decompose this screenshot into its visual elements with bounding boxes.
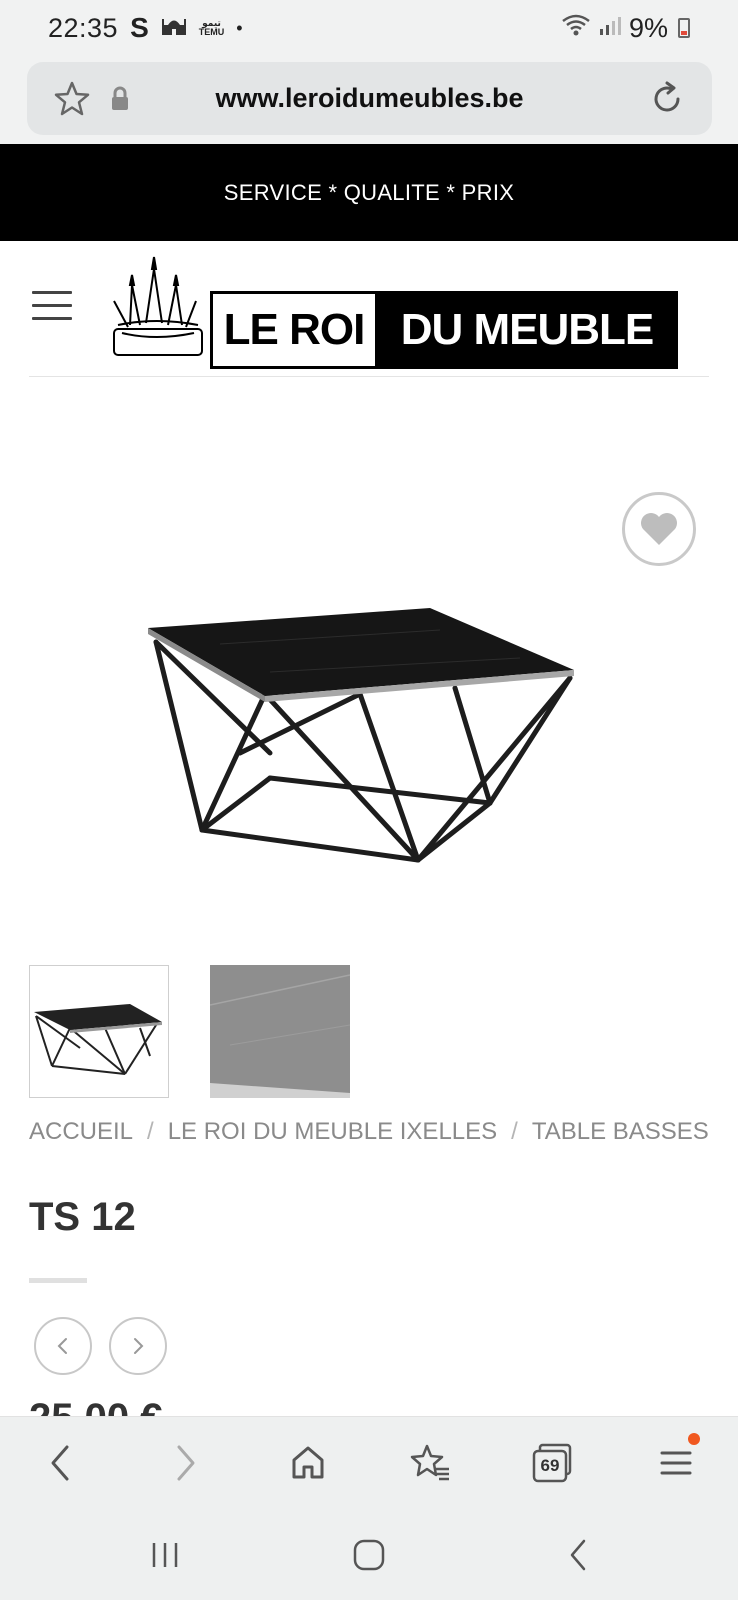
- crown-sofa-logo-icon: [113, 256, 203, 356]
- signal-icon: [599, 13, 621, 44]
- logo-text-du-meuble: DU MEUBLE: [376, 291, 678, 369]
- product-gallery: [0, 378, 738, 938]
- promo-banner-text: SERVICE * QUALITE * PRIX: [223, 179, 515, 205]
- back-icon[interactable]: [34, 1437, 86, 1489]
- breadcrumb-store[interactable]: LE ROI DU MEUBLE IXELLES: [168, 1118, 497, 1145]
- breadcrumb: ACCUEIL / LE ROI DU MEUBLE IXELLES / TABLE B…: [29, 1116, 709, 1147]
- promo-banner: SERVICE * QUALITE * PRIX: [0, 144, 738, 241]
- hamburger-menu-icon[interactable]: [32, 291, 72, 321]
- coffee-table-image[interactable]: [140, 608, 600, 888]
- next-product-button[interactable]: [109, 1317, 167, 1375]
- breadcrumb-category[interactable]: TABLE BASSES: [532, 1118, 709, 1145]
- status-time: 22:35: [48, 12, 119, 43]
- url-text[interactable]: www.leroidumeubles.be: [137, 62, 602, 135]
- breadcrumb-separator: /: [147, 1118, 154, 1145]
- heart-icon: [641, 513, 677, 545]
- browser-screen: 22:35 S تیمو TEMU • 9% www.leroidumeuble…: [0, 0, 738, 1600]
- notification-dot: [688, 1433, 700, 1445]
- lock-icon: [110, 86, 130, 112]
- forward-icon[interactable]: [160, 1437, 212, 1489]
- tabs-icon[interactable]: 69: [526, 1437, 578, 1489]
- recents-icon[interactable]: [140, 1530, 190, 1580]
- home-icon[interactable]: [282, 1437, 334, 1489]
- status-bar: 22:35 S تیمو TEMU • 9%: [0, 0, 738, 56]
- breadcrumb-separator: /: [511, 1118, 518, 1145]
- browser-toolbar-top: www.leroidumeubles.be: [0, 56, 738, 144]
- status-dot: •: [236, 17, 243, 38]
- reload-icon[interactable]: [648, 80, 686, 118]
- battery-text: 9%: [628, 12, 668, 43]
- wishlist-button[interactable]: [622, 492, 696, 566]
- status-left: 22:35 S تیمو TEMU •: [48, 12, 243, 44]
- status-right: 9%: [561, 13, 690, 44]
- breadcrumb-home[interactable]: ACCUEIL: [29, 1118, 133, 1145]
- chevron-right-icon: [134, 1338, 144, 1354]
- tabs-count: 69: [540, 1456, 560, 1475]
- wifi-icon: [561, 13, 591, 44]
- site-logo[interactable]: LE ROI DU MEUBLE: [110, 253, 680, 369]
- title-divider: [29, 1278, 87, 1283]
- battery-icon: [678, 18, 690, 38]
- bookmarks-icon[interactable]: [404, 1437, 456, 1489]
- star-icon[interactable]: [53, 80, 91, 118]
- menu-icon[interactable]: [650, 1433, 702, 1489]
- marble-top-thumbnail[interactable]: [210, 965, 350, 1098]
- logo-text-le-roi: LE ROI: [210, 291, 378, 369]
- home-circle-icon[interactable]: [344, 1530, 394, 1580]
- back-chevron-icon[interactable]: [553, 1530, 603, 1580]
- product-price: 25,00 €: [29, 1398, 162, 1416]
- header-divider: [29, 376, 709, 377]
- browser-toolbar-bottom: 69: [0, 1416, 738, 1508]
- mosque-icon: [161, 13, 187, 44]
- previous-product-button[interactable]: [34, 1317, 92, 1375]
- url-bar[interactable]: www.leroidumeubles.be: [27, 62, 712, 135]
- chevron-left-icon: [57, 1338, 67, 1354]
- coffee-table-thumbnail[interactable]: [29, 965, 169, 1098]
- android-navigation-bar: [0, 1508, 738, 1600]
- product-title: TS 12: [29, 1195, 136, 1239]
- status-app-indicator: S: [130, 12, 149, 43]
- site-header: LE ROI DU MEUBLE: [0, 241, 738, 377]
- temu-badge-icon: تیمو TEMU: [199, 19, 225, 37]
- temu-badge-line2: TEMU: [198, 27, 225, 37]
